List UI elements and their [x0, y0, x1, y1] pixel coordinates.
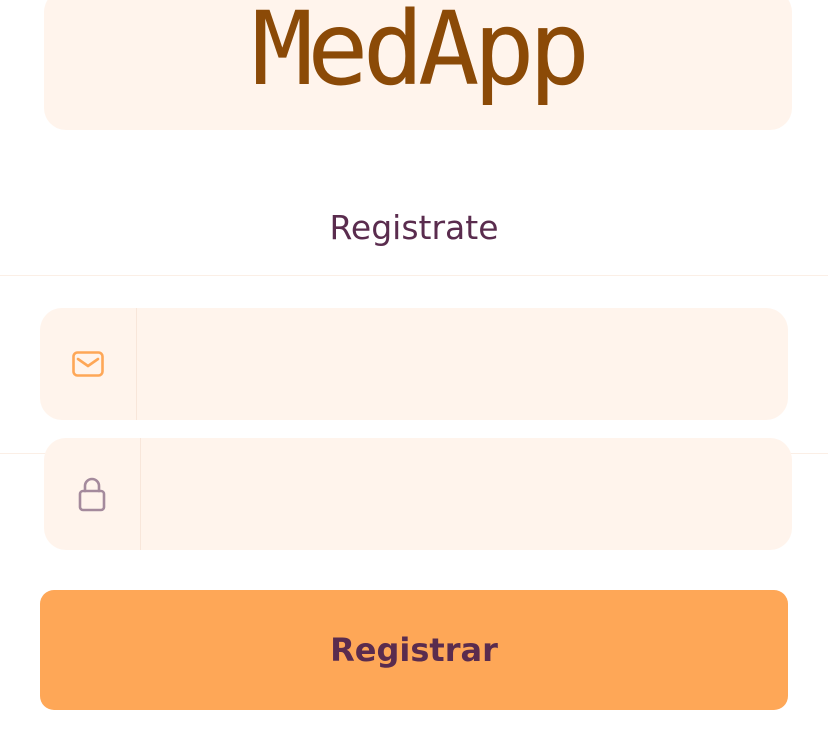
password-field[interactable] [44, 438, 792, 550]
email-input[interactable] [137, 308, 788, 420]
app-logo: MedApp [251, 0, 590, 109]
divider [0, 275, 828, 276]
page-title: Registrate [329, 208, 499, 247]
email-field[interactable] [40, 308, 788, 420]
register-button[interactable]: Registrar [40, 590, 788, 710]
mail-icon [40, 308, 137, 420]
register-screen: MedApp Registrate Registrar [0, 0, 828, 750]
logo-banner: MedApp [44, 0, 792, 130]
password-input[interactable] [141, 438, 792, 550]
lock-icon [44, 438, 141, 550]
